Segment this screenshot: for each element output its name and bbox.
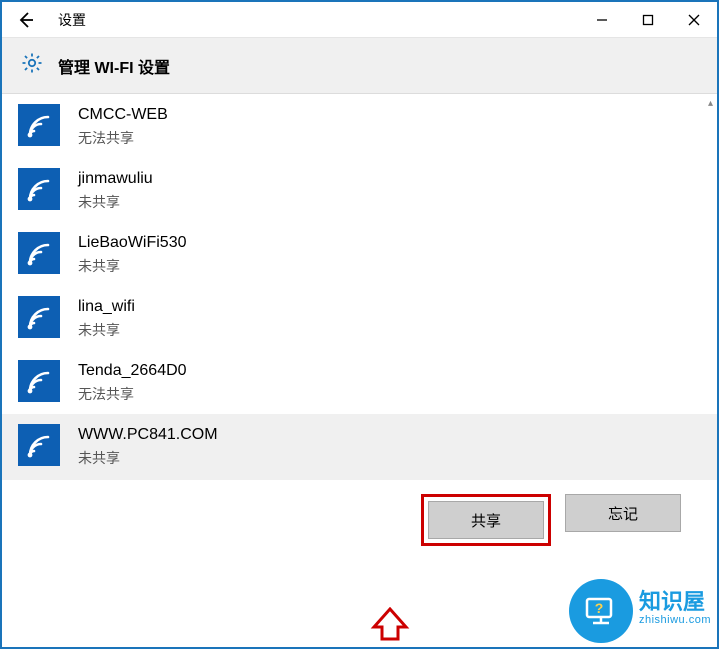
maximize-icon [642, 14, 654, 26]
scrollbar-up-icon[interactable]: ▴ [708, 98, 713, 109]
wifi-name: WWW.PC841.COM [78, 424, 218, 446]
wifi-text-block: WWW.PC841.COM 未共享 [78, 424, 218, 468]
wifi-row[interactable]: jinmawuliu 未共享 [2, 158, 717, 222]
wifi-status: 无法共享 [78, 128, 168, 148]
wifi-name: CMCC-WEB [78, 104, 168, 126]
wifi-row[interactable]: Tenda_2664D0 无法共享 [2, 350, 717, 414]
wifi-status: 无法共享 [78, 384, 187, 404]
maximize-button[interactable] [625, 2, 671, 38]
gear-icon [20, 51, 44, 80]
minimize-button[interactable] [579, 2, 625, 38]
wifi-text-block: lina_wifi 未共享 [78, 296, 135, 340]
share-button[interactable]: 共享 [428, 501, 544, 539]
wifi-status: 未共享 [78, 192, 153, 212]
action-button-row: 共享 忘记 [2, 480, 717, 562]
minimize-icon [596, 14, 608, 26]
wifi-text-block: Tenda_2664D0 无法共享 [78, 360, 187, 404]
wifi-icon [18, 232, 60, 274]
wifi-icon [18, 360, 60, 402]
close-icon [688, 14, 700, 26]
wifi-row[interactable]: LieBaoWiFi530 未共享 [2, 222, 717, 286]
svg-text:?: ? [595, 600, 604, 616]
page-title: 管理 WI-FI 设置 [58, 54, 170, 78]
wifi-text-block: CMCC-WEB 无法共享 [78, 104, 168, 148]
watermark-en-text: zhishiwu.com [639, 614, 711, 626]
forget-button[interactable]: 忘记 [565, 494, 681, 532]
page-header: 管理 WI-FI 设置 [2, 38, 717, 94]
wifi-text-block: jinmawuliu 未共享 [78, 168, 153, 212]
watermark-cn-text: 知识屋 [639, 590, 711, 614]
back-arrow-icon [16, 10, 36, 30]
wifi-icon [18, 168, 60, 210]
window-title: 设置 [50, 10, 579, 30]
wifi-icon [18, 104, 60, 146]
wifi-name: jinmawuliu [78, 168, 153, 190]
close-button[interactable] [671, 2, 717, 38]
wifi-icon [18, 424, 60, 466]
arrow-up-annotation [370, 607, 410, 641]
wifi-status: 未共享 [78, 320, 135, 340]
wifi-name: Tenda_2664D0 [78, 360, 187, 382]
network-list: ▴ CMCC-WEB 无法共享 jinmawuliu 未共享 LieBaoWiF… [2, 94, 717, 647]
wifi-status: 未共享 [78, 256, 187, 276]
wifi-icon [18, 296, 60, 338]
wifi-row[interactable]: CMCC-WEB 无法共享 [2, 94, 717, 158]
wifi-text-block: LieBaoWiFi530 未共享 [78, 232, 187, 276]
wifi-name: lina_wifi [78, 296, 135, 318]
highlight-annotation: 共享 [421, 494, 551, 546]
watermark-badge-icon: ? [569, 579, 633, 643]
wifi-status: 未共享 [78, 448, 218, 468]
window-controls [579, 2, 717, 38]
watermark-logo: ? 知识屋 zhishiwu.com [569, 579, 711, 643]
wifi-name: LieBaoWiFi530 [78, 232, 187, 254]
titlebar: 设置 [2, 2, 717, 38]
wifi-row[interactable]: WWW.PC841.COM 未共享 [2, 414, 717, 480]
back-button[interactable] [2, 2, 50, 38]
wifi-row[interactable]: lina_wifi 未共享 [2, 286, 717, 350]
